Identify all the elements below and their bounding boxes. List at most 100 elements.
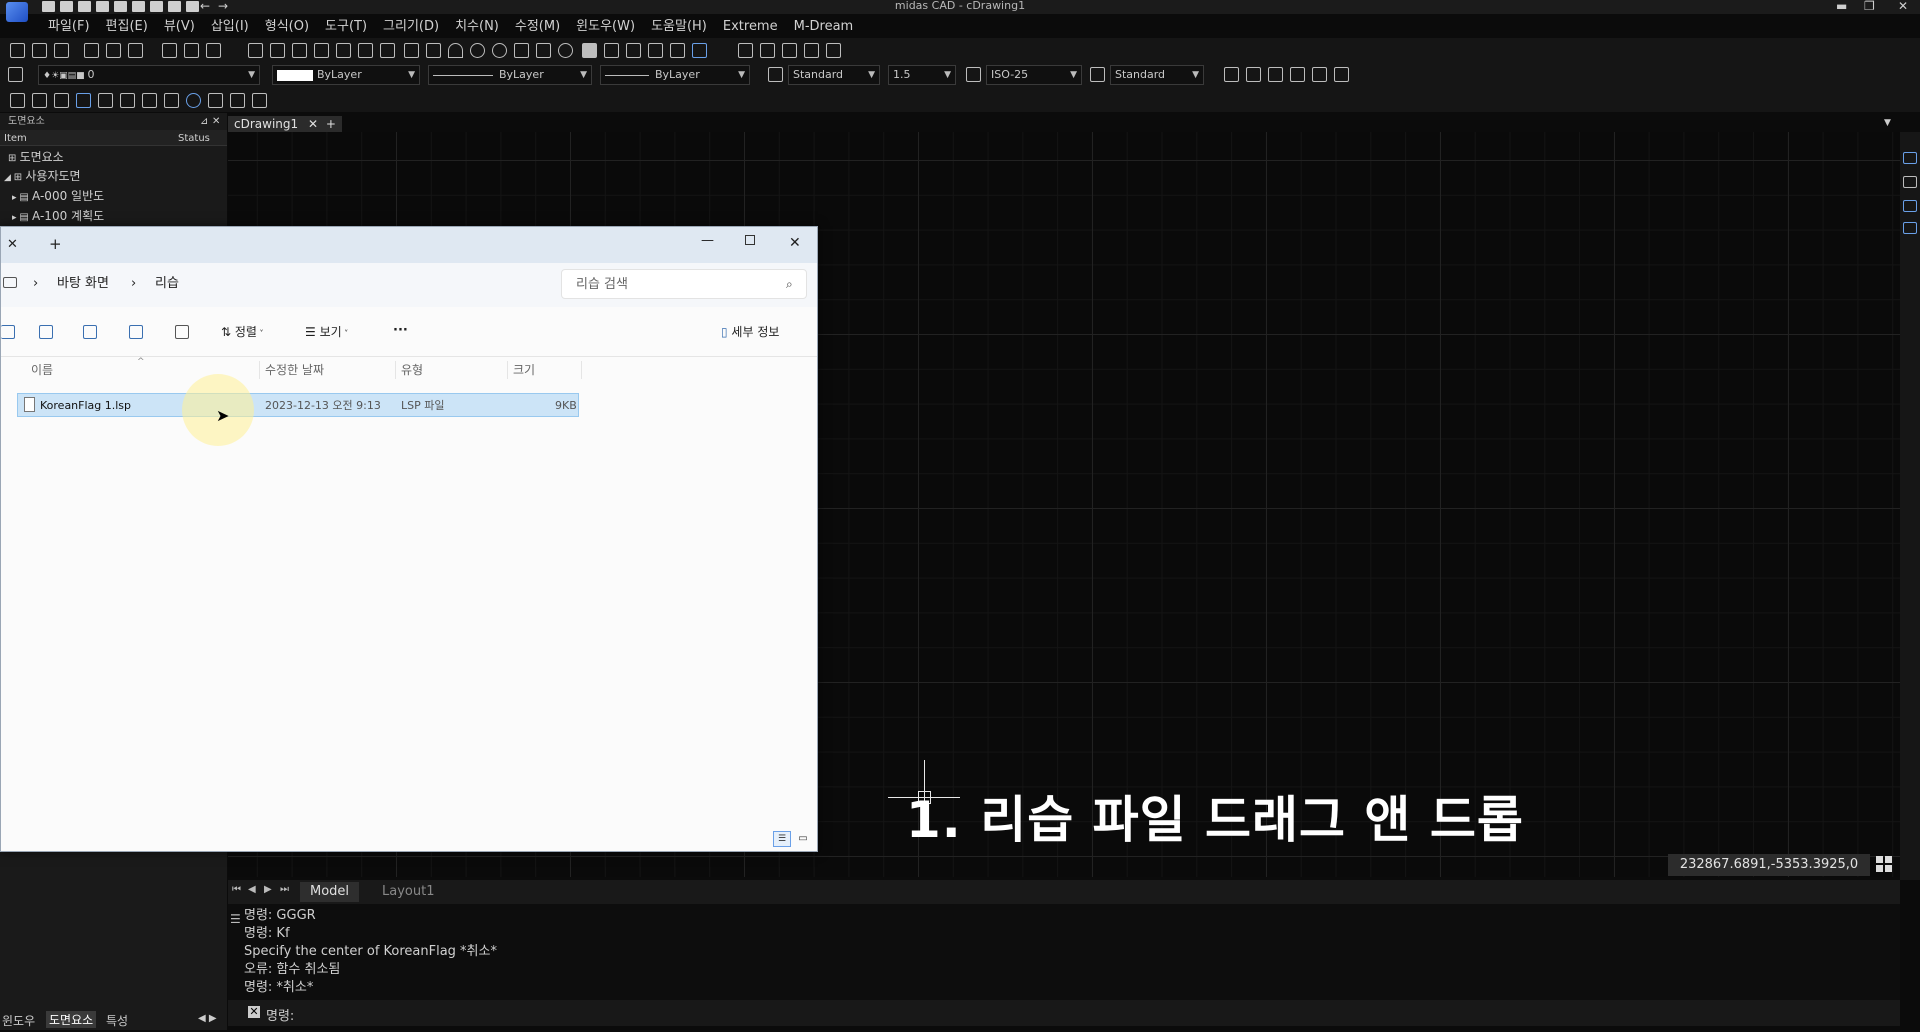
menu-format[interactable]: 형식(O) [257,16,317,36]
hatch-icon[interactable] [604,43,619,58]
paste-icon[interactable] [39,325,53,339]
tab-model[interactable]: Model [300,882,360,902]
layer-tool-icon[interactable] [1290,67,1305,82]
table-icon[interactable] [692,43,707,58]
dock-icon[interactable] [1903,222,1917,234]
column-divider[interactable] [507,361,508,379]
dim-style-combo[interactable]: ISO-25 ▼ [986,65,1082,85]
export-icon[interactable] [114,1,127,12]
next-tab-icon[interactable]: ▶ [264,884,272,895]
column-divider[interactable] [259,361,260,379]
print-icon[interactable] [150,1,163,12]
grid-toggle-icon[interactable] [1876,856,1892,872]
pin-icon[interactable]: ⊿ [200,114,208,130]
menu-extreme[interactable]: Extreme [715,16,786,36]
mleader-style-combo[interactable]: Standard ▼ [1110,65,1204,85]
close-icon[interactable]: ✕ [1898,0,1908,12]
last-tab-icon[interactable]: ⏭ [280,884,289,895]
save-icon[interactable] [78,1,91,12]
draw-tool-icon[interactable] [162,43,177,58]
sort-button[interactable]: ⇅ 정렬 ˅ [221,324,264,342]
polyline-icon[interactable] [314,43,329,58]
file-row[interactable]: KoreanFlag 1.lsp 2023-12-13 오전 9:13 LSP … [17,393,579,417]
layer-tool-icon[interactable] [1224,67,1239,82]
new-file-icon[interactable] [42,1,55,12]
restore-icon[interactable]: ❐ [1864,0,1875,12]
draw-tool-icon[interactable] [128,43,143,58]
tree-item[interactable]: ▸ ▤ A-100 계획도 [12,208,104,226]
stretch-icon[interactable] [230,93,245,108]
menu-dimension[interactable]: 치수(N) [447,16,507,36]
open-file-icon[interactable] [60,1,73,12]
draw-tool-icon[interactable] [184,43,199,58]
close-icon[interactable]: ✕ [789,235,801,251]
menu-help[interactable]: 도움말(H) [643,16,715,36]
tab-window[interactable]: 윈도우 [2,1012,35,1029]
details-pane-button[interactable]: ▯ 세부 정보 [721,324,779,340]
modify-tool-icon[interactable] [164,93,179,108]
ellipse-icon[interactable] [558,43,573,58]
polygon-icon[interactable] [404,43,419,58]
command-prompt[interactable]: ✕ 명령: [228,1000,1900,1026]
command-menu-icon[interactable]: ☰ [230,912,241,926]
column-divider[interactable] [581,361,582,379]
column-modified[interactable]: 수정한 날짜 [265,363,324,377]
breadcrumb-desktop[interactable]: 바탕 화면 [57,276,109,292]
attribute-icon[interactable] [782,43,797,58]
linetype-combo[interactable]: ByLayer ▼ [428,65,592,85]
computer-icon[interactable] [3,277,17,288]
text-tool-icon[interactable] [32,93,47,108]
rotate-icon[interactable] [186,93,201,108]
lineweight-combo[interactable]: ByLayer ▼ [600,65,750,85]
donut-icon[interactable] [492,43,507,58]
dock-icon[interactable] [1903,200,1917,212]
draw-tool-icon[interactable] [54,43,69,58]
image-icon[interactable] [826,43,841,58]
redo-icon[interactable]: → [218,0,228,12]
share-icon[interactable] [129,325,143,339]
view-button[interactable]: ☰ 보기 ˅ [305,324,348,342]
draw-tool-icon[interactable] [10,43,25,58]
tree-item[interactable]: ▸ ▤ A-000 일반도 [12,188,104,206]
tab-properties[interactable]: 특성 [106,1012,128,1029]
modify-tool-icon[interactable] [252,93,267,108]
details-view-icon[interactable]: ☰ [773,831,791,847]
breadcrumb-lisp[interactable]: 리습 [155,276,179,292]
tab-menu-icon[interactable]: ▼ [1884,118,1891,128]
new-item-icon[interactable] [1,325,15,339]
modify-tool-icon[interactable] [76,93,91,108]
menu-view[interactable]: 뷰(V) [156,16,203,36]
minimize-icon[interactable]: ▬ [1836,0,1847,12]
revcloud-icon[interactable] [536,43,551,58]
print-preview-icon[interactable] [186,1,199,12]
tree-item[interactable]: ⊞ 도면요소 [8,149,64,167]
menu-edit[interactable]: 편집(E) [98,16,156,36]
menu-m-dream[interactable]: M-Dream [786,16,862,36]
column-type[interactable]: 유형 [401,363,423,377]
layer-tool-icon[interactable] [1246,67,1261,82]
undo-icon[interactable]: ← [200,0,210,12]
region-icon[interactable] [648,43,663,58]
plot-icon[interactable] [168,1,181,12]
new-tab-icon[interactable]: + [49,236,62,252]
layer-combo[interactable]: ♦☀▣▤■ 0 ▼ [38,65,260,85]
column-divider[interactable] [395,361,396,379]
layer-tool-icon[interactable] [1268,67,1283,82]
modify-tool-icon[interactable] [142,93,157,108]
tab-scroll-icon[interactable]: ◀ ▶ [198,1013,217,1024]
circle-icon[interactable] [470,43,485,58]
line-icon[interactable] [248,43,263,58]
block-create-icon[interactable] [760,43,775,58]
modify-tool-icon[interactable] [98,93,113,108]
menu-modify[interactable]: 수정(M) [507,16,568,36]
tab-drawing-elements[interactable]: 도면요소 [46,1011,97,1028]
text-size-combo[interactable]: 1.5 ▼ [888,65,956,85]
menu-tools[interactable]: 도구(T) [317,16,375,36]
maximize-icon[interactable] [745,235,755,245]
rectangle-icon[interactable] [426,43,441,58]
column-size[interactable]: 크기 [513,363,535,377]
modify-tool-icon[interactable] [10,93,25,108]
menu-file[interactable]: 파일(F) [40,16,98,36]
search-box[interactable]: 리습 검색 ⌕ [561,269,807,299]
color-combo[interactable]: ByLayer ▼ [272,65,420,85]
